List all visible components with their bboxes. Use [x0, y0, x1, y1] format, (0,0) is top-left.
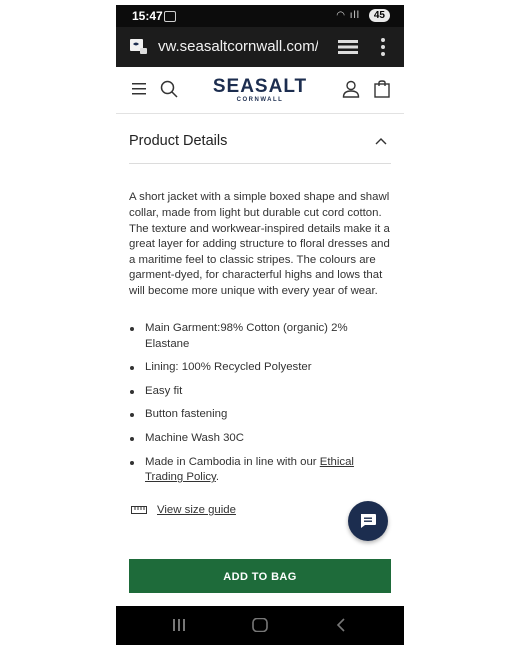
made-in-text: Made in Cambodia in line with our: [145, 455, 320, 468]
logo-sub: CORNWALL: [236, 97, 284, 103]
spec-text: Machine Wash 30C: [145, 431, 244, 444]
signal-icon: ◠ ıll: [336, 10, 360, 21]
spec-text: Easy fit: [145, 384, 183, 397]
spec-text: Main Garment:98% Cotton (organic) 2% Ela…: [145, 322, 348, 350]
list-item: Button fastening: [129, 407, 391, 423]
list-item: Made in Cambodia in line with our Ethica…: [129, 455, 391, 486]
bag-icon[interactable]: [374, 80, 390, 98]
notification-icon: [164, 11, 176, 22]
more-icon[interactable]: [380, 37, 386, 57]
home-icon[interactable]: [252, 618, 268, 632]
site-header: SEASALT CORNWALL: [116, 67, 404, 114]
menu-icon[interactable]: [132, 83, 146, 95]
product-description: A short jacket with a simple boxed shape…: [129, 191, 390, 297]
site-icon[interactable]: [130, 39, 148, 55]
bullet: [130, 389, 134, 394]
product-details-accordion[interactable]: Product Details: [129, 115, 391, 164]
size-guide-label[interactable]: View size guide: [157, 504, 236, 516]
back-icon[interactable]: [336, 618, 346, 632]
ruler-icon: [131, 506, 147, 514]
chevron-up-icon[interactable]: [375, 137, 387, 145]
add-to-bag-button[interactable]: ADD TO BAG: [129, 559, 391, 593]
specs-list: Main Garment:98% Cotton (organic) 2% Ela…: [129, 321, 391, 494]
made-in-suffix: .: [215, 471, 220, 484]
product-details-title: Product Details: [129, 133, 228, 149]
bullet: [130, 436, 134, 441]
list-item: Lining: 100% Recycled Polyester: [129, 360, 391, 376]
bullet: [130, 413, 134, 418]
account-icon[interactable]: [342, 80, 360, 98]
battery-indicator: 45: [368, 9, 390, 22]
logo-brand: SEASALT: [212, 76, 308, 97]
chat-button[interactable]: [348, 501, 388, 541]
spec-text: Lining: 100% Recycled Polyester: [145, 361, 312, 374]
android-nav-bar: [116, 606, 404, 645]
list-item: Easy fit: [129, 384, 391, 400]
search-icon[interactable]: [160, 80, 178, 98]
bullet: [130, 366, 134, 371]
bullet: [130, 460, 134, 465]
seasalt-logo[interactable]: SEASALT CORNWALL: [208, 76, 312, 103]
list-item: Machine Wash 30C: [129, 431, 391, 447]
chat-icon: [361, 514, 376, 528]
spec-text: Button fastening: [145, 408, 228, 421]
browser-toolbar: vw.seasaltcornwall.com/t: [116, 27, 404, 67]
url-bar[interactable]: vw.seasaltcornwall.com/t: [158, 38, 318, 55]
recent-apps-icon[interactable]: [172, 618, 186, 632]
bullet: [130, 327, 134, 331]
tabs-icon[interactable]: [338, 39, 358, 55]
phone-screen: 15:47 ◠ ıll 45 vw.seasaltcornwall.com/t: [116, 5, 404, 645]
status-time: 15:47: [132, 9, 163, 23]
status-bar: 15:47 ◠ ıll 45: [116, 5, 404, 27]
list-item: Main Garment:98% Cotton (organic) 2% Ela…: [129, 321, 391, 352]
